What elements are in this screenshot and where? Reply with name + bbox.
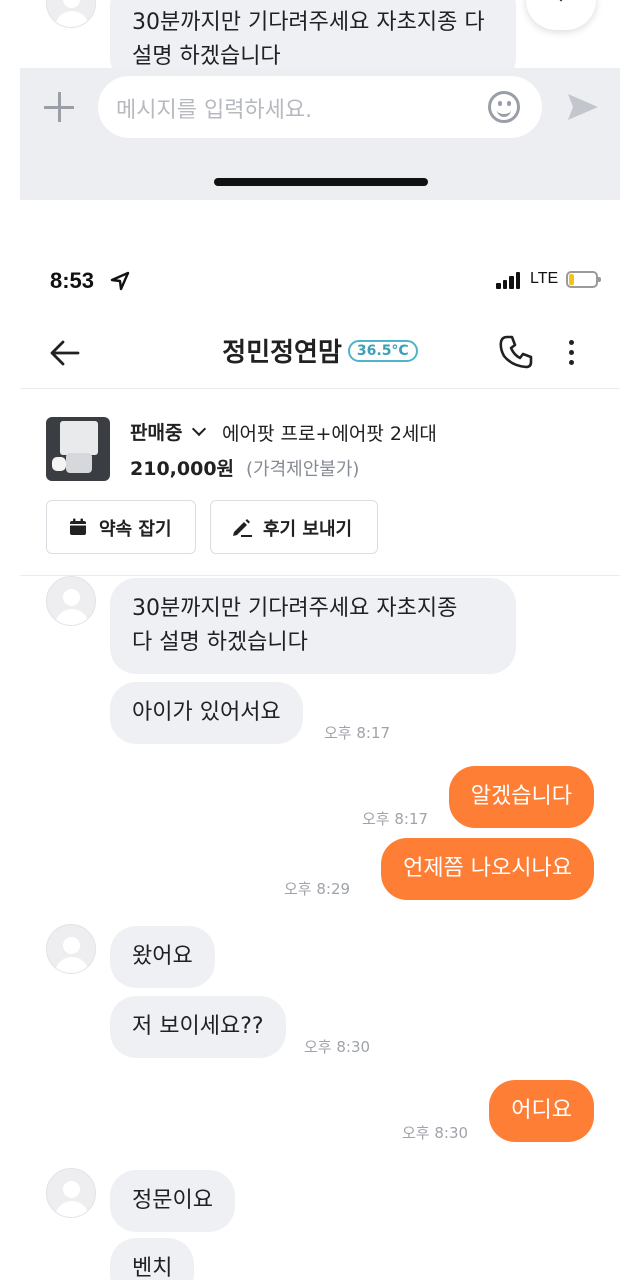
previous-chat-area: 30분까지만 기다려주세요 자초지종 다 설명 하겠습니다	[20, 0, 620, 68]
previous-screen-crop: 30분까지만 기다려주세요 자초지종 다 설명 하겠습니다 메시지를 입력하세요…	[0, 0, 640, 250]
chat-messages: 30분까지만 기다려주세요 자초지종 다 설명 하겠습니다 아이가 있어서요 오…	[0, 576, 640, 1280]
message-timestamp: 오후 8:17	[362, 810, 429, 828]
battery-icon	[566, 271, 601, 288]
incoming-message-bubble: 아이가 있어서요	[110, 682, 303, 744]
previous-message-text: 30분까지만 기다려주세요 자초지종 다 설명 하겠습니다	[132, 10, 485, 68]
product-price: 210,000원	[130, 458, 235, 480]
network-type: LTE	[530, 270, 559, 287]
send-review-label: 후기 보내기	[263, 519, 353, 540]
header-divider	[20, 388, 620, 389]
sale-status[interactable]: 판매중	[130, 418, 182, 445]
previous-avatar	[46, 0, 96, 28]
message-input[interactable]: 메시지를 입력하세요.	[98, 76, 542, 138]
product-card: 판매중 에어팟 프로+에어팟 2세대 210,000원 (가격제안불가) 약속 …	[0, 400, 640, 575]
phone-icon[interactable]	[498, 334, 534, 370]
avatar[interactable]	[46, 576, 96, 626]
page-title: 정민정연맘	[222, 338, 342, 368]
avatar[interactable]	[46, 924, 96, 974]
message-input-placeholder: 메시지를 입력하세요.	[116, 98, 313, 123]
manner-temperature-badge: 36.5°C	[347, 339, 418, 362]
location-arrow-icon	[110, 271, 130, 291]
incoming-message-bubble: 벤치	[110, 1238, 195, 1280]
signal-icon	[496, 271, 524, 289]
product-thumbnail[interactable]	[46, 417, 110, 481]
status-time: 8:53	[50, 268, 95, 293]
previous-message-bubble: 30분까지만 기다려주세요 자초지종 다 설명 하겠습니다	[110, 0, 516, 68]
pencil-icon	[233, 519, 252, 537]
status-bar: 8:53 LTE	[0, 258, 640, 306]
make-appointment-label: 약속 잡기	[99, 519, 172, 540]
home-indicator	[214, 178, 428, 186]
outgoing-message-bubble: 알겠습니다	[448, 766, 594, 828]
header-title-group: 정민정연맘 36.5°C	[0, 332, 640, 369]
avatar[interactable]	[46, 1168, 96, 1218]
incoming-message-bubble: 정문이요	[110, 1170, 235, 1232]
emoji-icon[interactable]	[488, 91, 520, 123]
more-vertical-icon[interactable]	[566, 338, 576, 368]
message-timestamp: 오후 8:29	[284, 880, 351, 898]
send-icon[interactable]	[566, 92, 600, 122]
battery-level	[569, 274, 574, 285]
message-timestamp: 오후 8:30	[304, 1038, 371, 1056]
chevron-down-icon[interactable]	[191, 421, 207, 437]
incoming-message-bubble: 30분까지만 기다려주세요 자초지종 다 설명 하겠습니다	[110, 578, 516, 674]
scroll-down-icon	[549, 0, 573, 2]
previous-input-bar: 메시지를 입력하세요.	[20, 68, 620, 200]
incoming-message-bubble: 저 보이세요??	[110, 996, 286, 1058]
product-name: 에어팟 프로+에어팟 2세대	[222, 423, 437, 445]
scroll-down-button[interactable]	[526, 0, 596, 30]
send-review-button[interactable]: 후기 보내기	[210, 500, 378, 554]
incoming-message-bubble: 왔어요	[110, 926, 215, 988]
outgoing-message-bubble: 언제쯤 나오시나요	[381, 838, 594, 900]
calendar-icon	[70, 518, 86, 535]
outgoing-message-bubble: 어디요	[489, 1080, 594, 1142]
message-timestamp: 오후 8:17	[324, 724, 391, 742]
price-note: (가격제안불가)	[246, 459, 360, 480]
plus-icon[interactable]	[42, 90, 76, 124]
message-timestamp: 오후 8:30	[402, 1124, 469, 1142]
make-appointment-button[interactable]: 약속 잡기	[46, 500, 196, 554]
chat-header: 정민정연맘 36.5°C	[0, 318, 640, 388]
